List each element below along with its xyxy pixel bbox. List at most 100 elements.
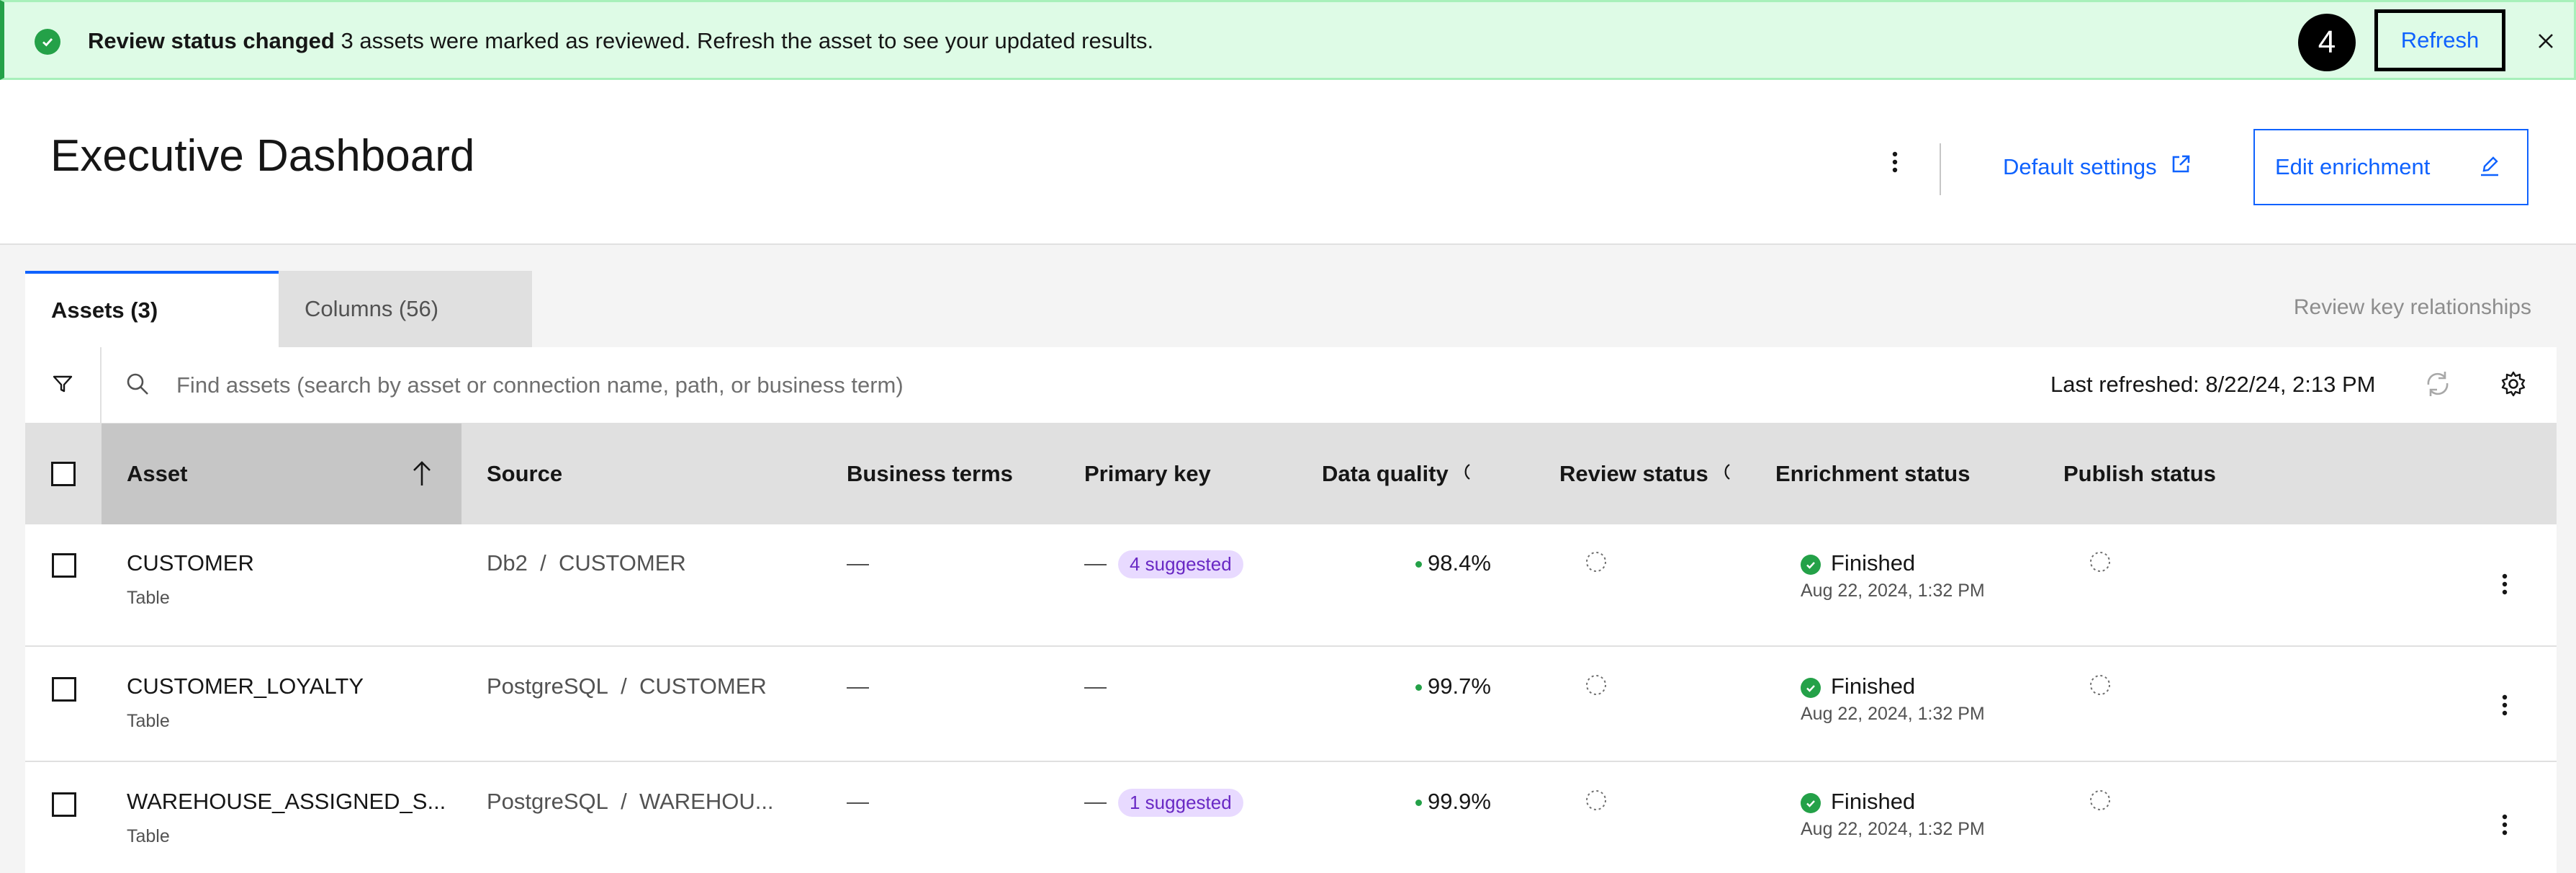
search-input[interactable] <box>176 366 1328 405</box>
primary-key-cell: — 4 suggested <box>1084 550 1243 579</box>
column-header-data-quality[interactable]: Data quality <box>1322 424 1472 524</box>
overflow-menu-icon[interactable] <box>1881 148 1909 176</box>
settings-icon[interactable] <box>2499 370 2528 402</box>
table-row[interactable]: WAREHOUSE_ASSIGNED_S... Table PostgreSQL… <box>25 762 2557 873</box>
launch-icon <box>2170 153 2192 181</box>
source-db: Db2 <box>487 550 528 576</box>
data-quality-value: 99.9% <box>1428 789 1491 814</box>
filter-button[interactable] <box>25 347 102 424</box>
column-header-primary-key[interactable]: Primary key <box>1084 424 1211 524</box>
data-quality-value: 99.7% <box>1428 673 1491 699</box>
status-dot-icon <box>1415 800 1422 807</box>
source-separator: / <box>621 673 627 699</box>
column-label-asset: Asset <box>127 461 188 486</box>
source-separator: / <box>540 550 546 576</box>
status-dot-icon <box>1415 561 1422 568</box>
checkmark-filled-icon <box>1801 677 1821 698</box>
primary-key-cell: — 1 suggested <box>1084 789 1243 818</box>
column-header-enrichment-status[interactable]: Enrichment status <box>1775 424 1970 524</box>
overflow-menu-icon[interactable] <box>2502 694 2508 720</box>
column-header-source[interactable]: Source <box>487 424 562 524</box>
suggested-tag[interactable]: 4 suggested <box>1118 550 1243 579</box>
asset-type: Table <box>127 588 170 608</box>
business-terms-value: — <box>847 550 869 576</box>
source-table: WAREHOU... <box>639 789 774 814</box>
row-checkbox[interactable] <box>52 792 76 817</box>
enrichment-status: Finished <box>1831 550 1916 576</box>
table-row[interactable]: CUSTOMER_LOYALTY Table PostgreSQL / CUST… <box>25 647 2557 762</box>
source-separator: / <box>621 789 627 814</box>
asset-type: Table <box>127 711 170 731</box>
table-toolbar: Last refreshed: 8/22/24, 2:13 PM <box>25 347 2557 424</box>
info-icon[interactable] <box>1721 461 1731 487</box>
suggested-tag[interactable]: 1 suggested <box>1118 789 1243 818</box>
header-divider <box>1940 143 1941 195</box>
row-checkbox[interactable] <box>52 677 76 702</box>
success-notification: Review status changed 3 assets were mark… <box>0 0 2576 80</box>
source-table: CUSTOMER <box>639 673 767 699</box>
enrichment-time: Aug 22, 2024, 1:32 PM <box>1801 819 1985 839</box>
column-label-data-quality: Data quality <box>1322 461 1449 486</box>
business-terms-value: — <box>847 789 869 814</box>
select-all-cell <box>25 424 102 524</box>
arrow-up-icon[interactable] <box>411 460 433 494</box>
asset-name[interactable]: CUSTOMER_LOYALTY <box>127 673 364 699</box>
column-header-asset[interactable]: Asset <box>102 424 461 524</box>
notification-body: 3 assets were marked as reviewed. Refres… <box>341 28 1154 53</box>
column-header-business-terms[interactable]: Business terms <box>847 424 1013 524</box>
enrichment-status: Finished <box>1831 789 1916 814</box>
edit-enrichment-button[interactable]: Edit enrichment <box>2253 129 2528 205</box>
renew-icon[interactable] <box>2423 369 2453 403</box>
enrichment-status: Finished <box>1831 673 1916 699</box>
table-row[interactable]: CUSTOMER Table Db2 / CUSTOMER — — 4 sugge… <box>25 524 2557 647</box>
refresh-button[interactable]: Refresh <box>2374 9 2505 71</box>
pending-icon <box>2089 789 2112 818</box>
pending-icon <box>1585 673 1608 702</box>
primary-key-value: — <box>1084 550 1107 576</box>
checkmark-filled-icon <box>35 29 60 55</box>
business-terms-value: — <box>847 673 869 699</box>
asset-source: PostgreSQL / WAREHOU... <box>487 789 774 815</box>
overflow-menu-icon[interactable] <box>2502 814 2508 839</box>
pending-icon <box>1585 789 1608 818</box>
source-db: PostgreSQL <box>487 789 608 814</box>
overflow-menu-icon[interactable] <box>2502 573 2508 599</box>
data-quality-cell: 99.7% <box>1415 673 1491 699</box>
assets-table: Asset Source Business terms Primary key … <box>25 424 2557 873</box>
column-header-review-status[interactable]: Review status <box>1559 424 1731 524</box>
table-header: Asset Source Business terms Primary key … <box>25 424 2557 524</box>
pending-icon <box>2089 550 2112 579</box>
enrichment-time: Aug 22, 2024, 1:32 PM <box>1801 581 1985 601</box>
default-settings-label: Default settings <box>2003 154 2157 179</box>
column-label-review-status: Review status <box>1559 461 1708 486</box>
pending-icon <box>2089 673 2112 702</box>
primary-key-value: — <box>1084 673 1107 699</box>
review-key-relationships-link[interactable]: Review key relationships <box>2294 295 2531 320</box>
checkmark-filled-icon <box>1801 554 1821 575</box>
source-table: CUSTOMER <box>558 550 686 576</box>
enrichment-time: Aug 22, 2024, 1:32 PM <box>1801 704 1985 724</box>
edit-icon <box>2478 155 2501 184</box>
asset-source: PostgreSQL / CUSTOMER <box>487 673 767 699</box>
tab-columns[interactable]: Columns (56) <box>279 271 532 347</box>
primary-key-cell: — <box>1084 673 1107 699</box>
close-icon[interactable] <box>2531 27 2560 55</box>
asset-source: Db2 / CUSTOMER <box>487 550 686 576</box>
source-db: PostgreSQL <box>487 673 608 699</box>
enrichment-status-cell: Finished Aug 22, 2024, 1:32 PM <box>1801 550 1985 601</box>
select-all-checkbox[interactable] <box>51 462 76 486</box>
default-settings-link[interactable]: Default settings <box>2003 153 2192 181</box>
tab-assets[interactable]: Assets (3) <box>25 271 279 347</box>
asset-name[interactable]: CUSTOMER <box>127 550 254 576</box>
data-quality-value: 98.4% <box>1428 550 1491 576</box>
status-dot-icon <box>1415 684 1422 691</box>
info-icon[interactable] <box>1462 461 1472 487</box>
row-checkbox[interactable] <box>52 553 76 578</box>
step-badge: 4 <box>2298 14 2356 71</box>
last-refreshed-text: Last refreshed: 8/22/24, 2:13 PM <box>2050 372 2376 397</box>
asset-name[interactable]: WAREHOUSE_ASSIGNED_S... <box>127 789 446 815</box>
filter-icon <box>51 372 74 399</box>
primary-key-value: — <box>1084 789 1107 814</box>
column-header-publish-status[interactable]: Publish status <box>2063 424 2216 524</box>
enrichment-status-cell: Finished Aug 22, 2024, 1:32 PM <box>1801 789 1985 840</box>
